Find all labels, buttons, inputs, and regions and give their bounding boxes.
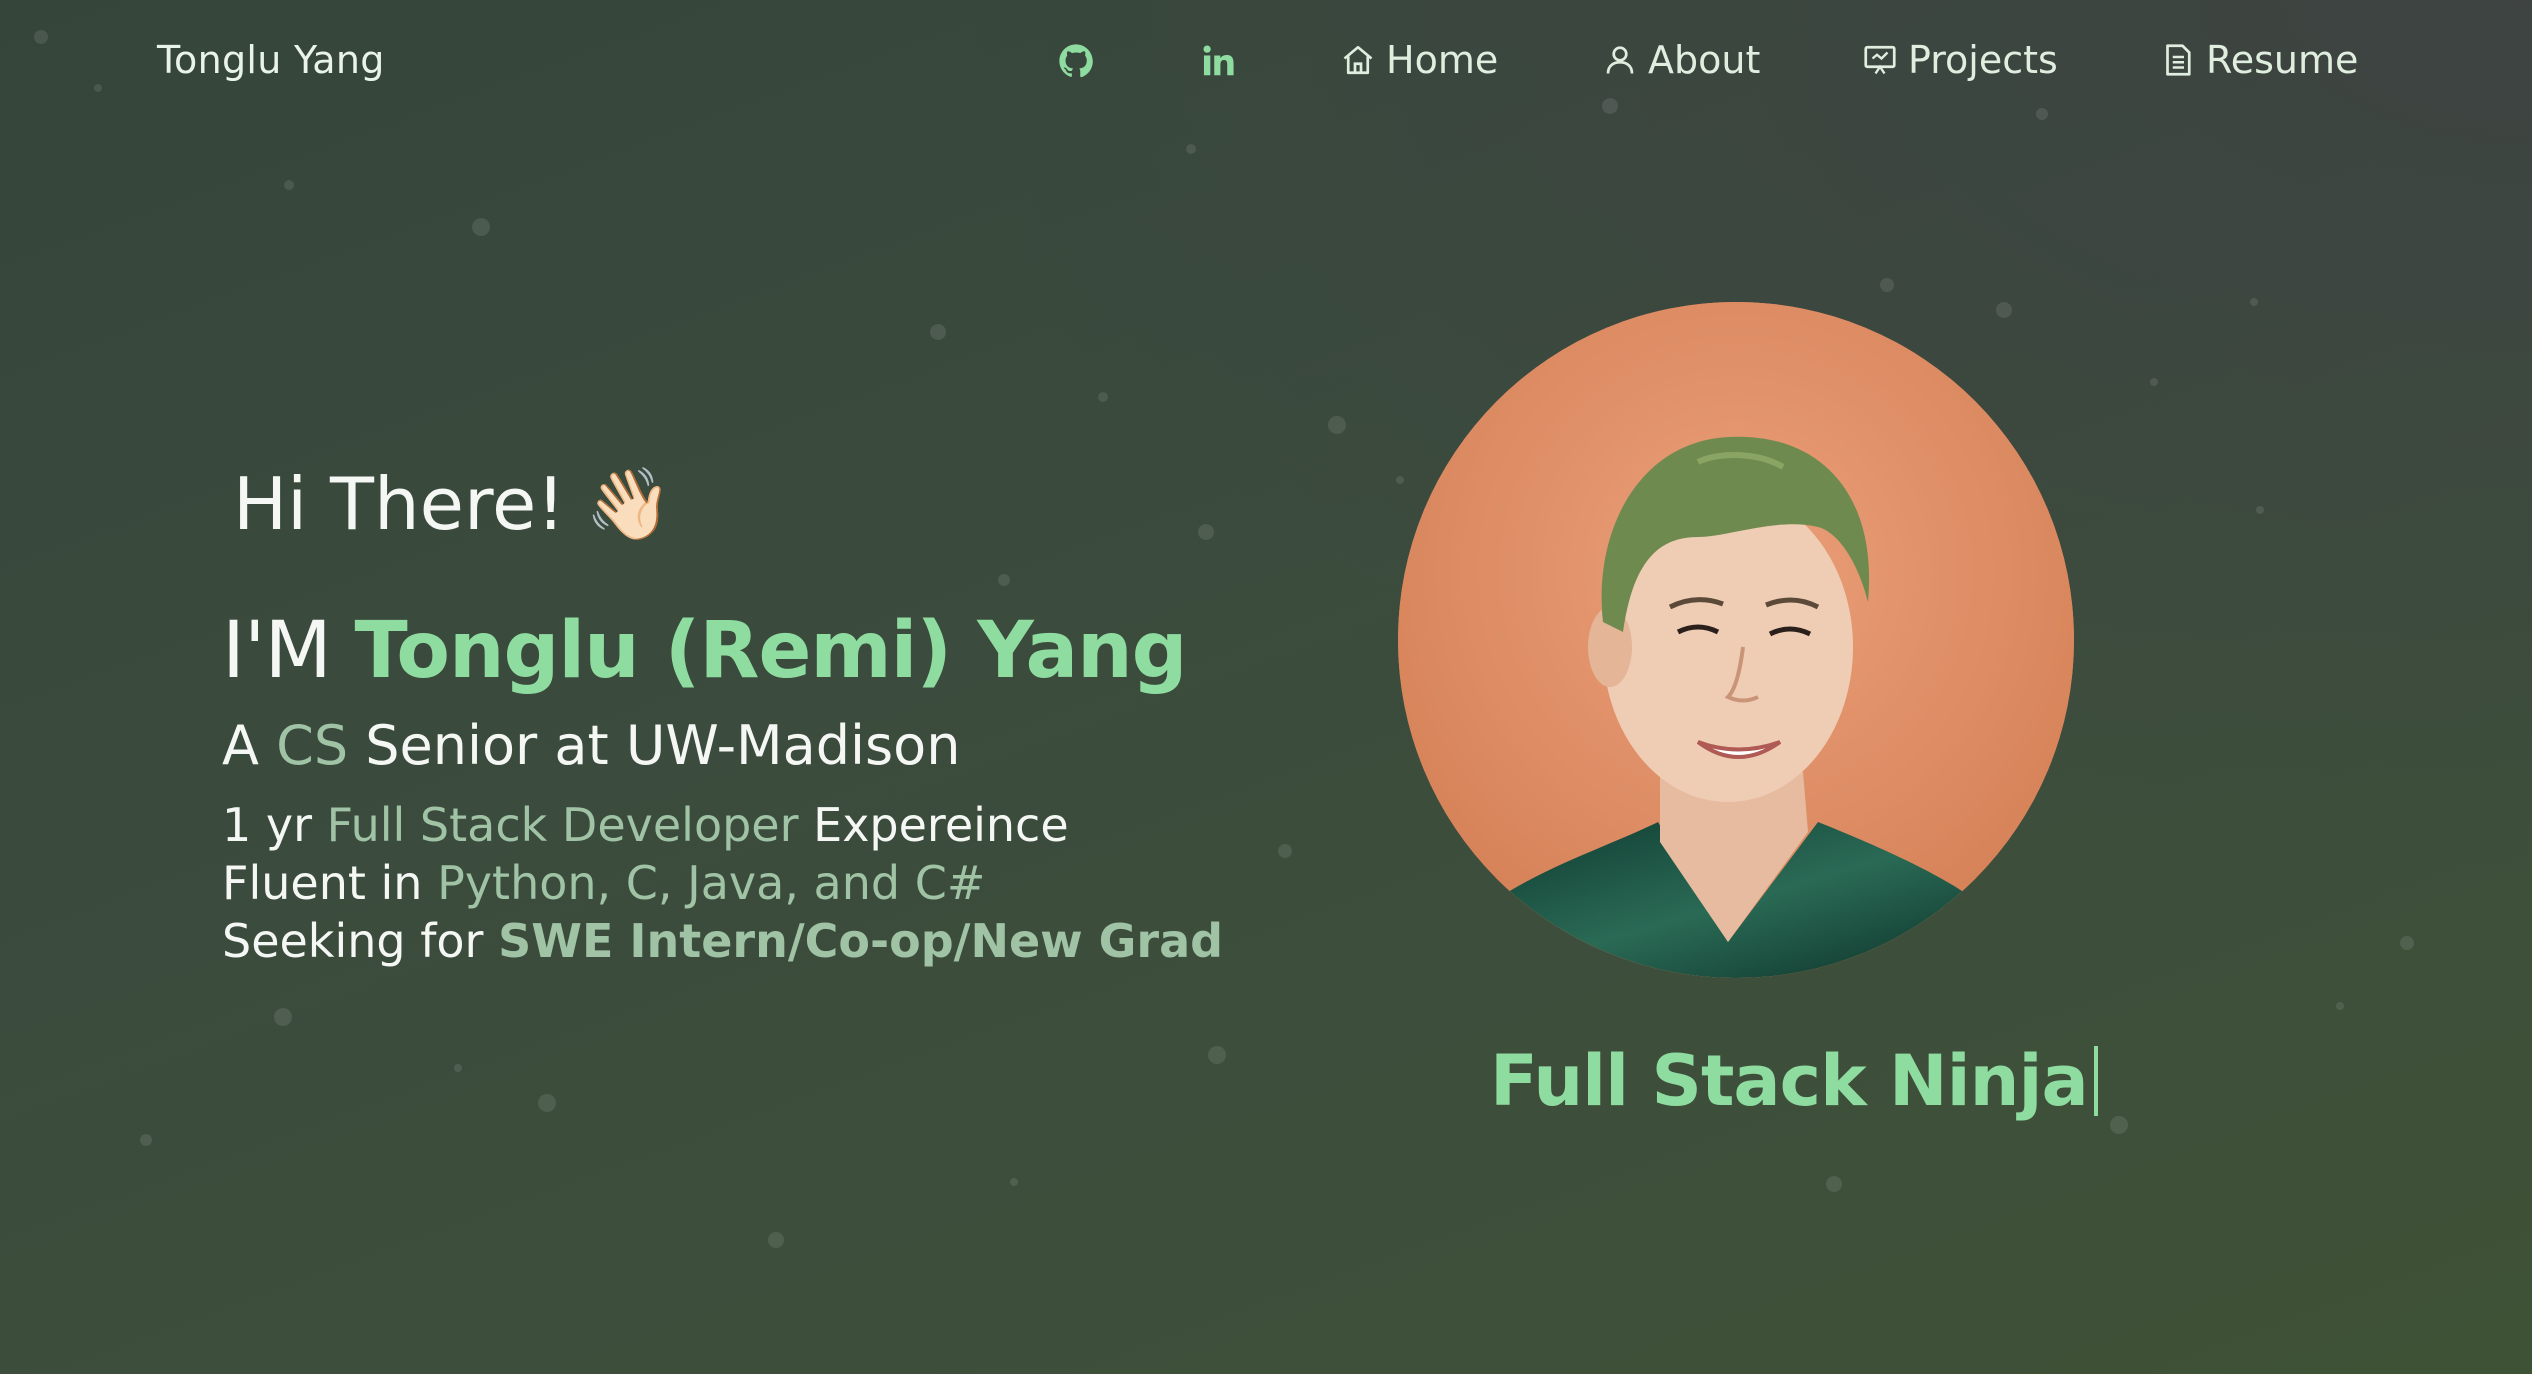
linkedin-link[interactable] [1196, 38, 1242, 84]
nav-about[interactable]: About [1602, 34, 1760, 86]
greeting-text: Hi There! [233, 462, 566, 546]
github-link[interactable] [1053, 38, 1099, 84]
profile-illustration [1398, 302, 2074, 978]
line-pre: Seeking for [222, 914, 484, 968]
user-icon [1606, 46, 1634, 74]
line-highlight: Full Stack Developer [326, 798, 799, 852]
languages-line: Fluent in Python, C, Java, and C# [222, 856, 985, 910]
line-pre: 1 yr [222, 798, 313, 852]
subtitle-highlight: CS [276, 714, 349, 777]
profile-photo [1398, 302, 2074, 978]
line-highlight: Python, C, Java, and C# [437, 856, 986, 910]
seeking-line: Seeking for SWE Intern/Co-op/New Grad [222, 914, 1223, 968]
nav-home-label: Home [1386, 38, 1499, 82]
subtitle-pre: A [222, 714, 259, 777]
linkedin-icon [1203, 45, 1234, 76]
document-icon [2166, 44, 2191, 76]
presentation-icon [1864, 45, 1896, 75]
nav-projects-label: Projects [1908, 38, 2058, 82]
nav-about-label: About [1648, 38, 1761, 82]
nav-resume-label: Resume [2206, 38, 2359, 82]
nav-home[interactable]: Home [1340, 34, 1498, 86]
typing-cursor [2093, 1046, 2098, 1116]
experience-line: 1 yr Full Stack Developer Expereince [222, 798, 1069, 852]
line-highlight: SWE Intern/Co-op/New Grad [498, 914, 1224, 968]
im-prefix: I'M [222, 606, 332, 696]
typewriter-text: Full Stack Ninja [1490, 1040, 2089, 1122]
greeting: Hi There! 👋🏻 [233, 462, 672, 546]
nav-resume[interactable]: Resume [2160, 34, 2358, 86]
home-icon [1343, 45, 1373, 75]
subtitle-post: Senior at UW-Madison [365, 714, 961, 777]
navbar: Tonglu Yang Home About Projects Resume [0, 0, 2532, 124]
typewriter-role: Full Stack Ninja [1490, 1040, 2098, 1122]
line-post: Expereince [813, 798, 1069, 852]
subtitle: A CS Senior at UW-Madison [222, 714, 960, 777]
nav-projects[interactable]: Projects [1862, 34, 2058, 86]
brand-name[interactable]: Tonglu Yang [157, 38, 385, 82]
line-pre: Fluent in [222, 856, 423, 910]
full-name: Tonglu (Remi) Yang [354, 606, 1188, 696]
github-icon [1059, 44, 1093, 78]
wave-icon: 👋🏻 [585, 462, 673, 545]
name-heading: I'M Tonglu (Remi) Yang [222, 606, 1188, 696]
